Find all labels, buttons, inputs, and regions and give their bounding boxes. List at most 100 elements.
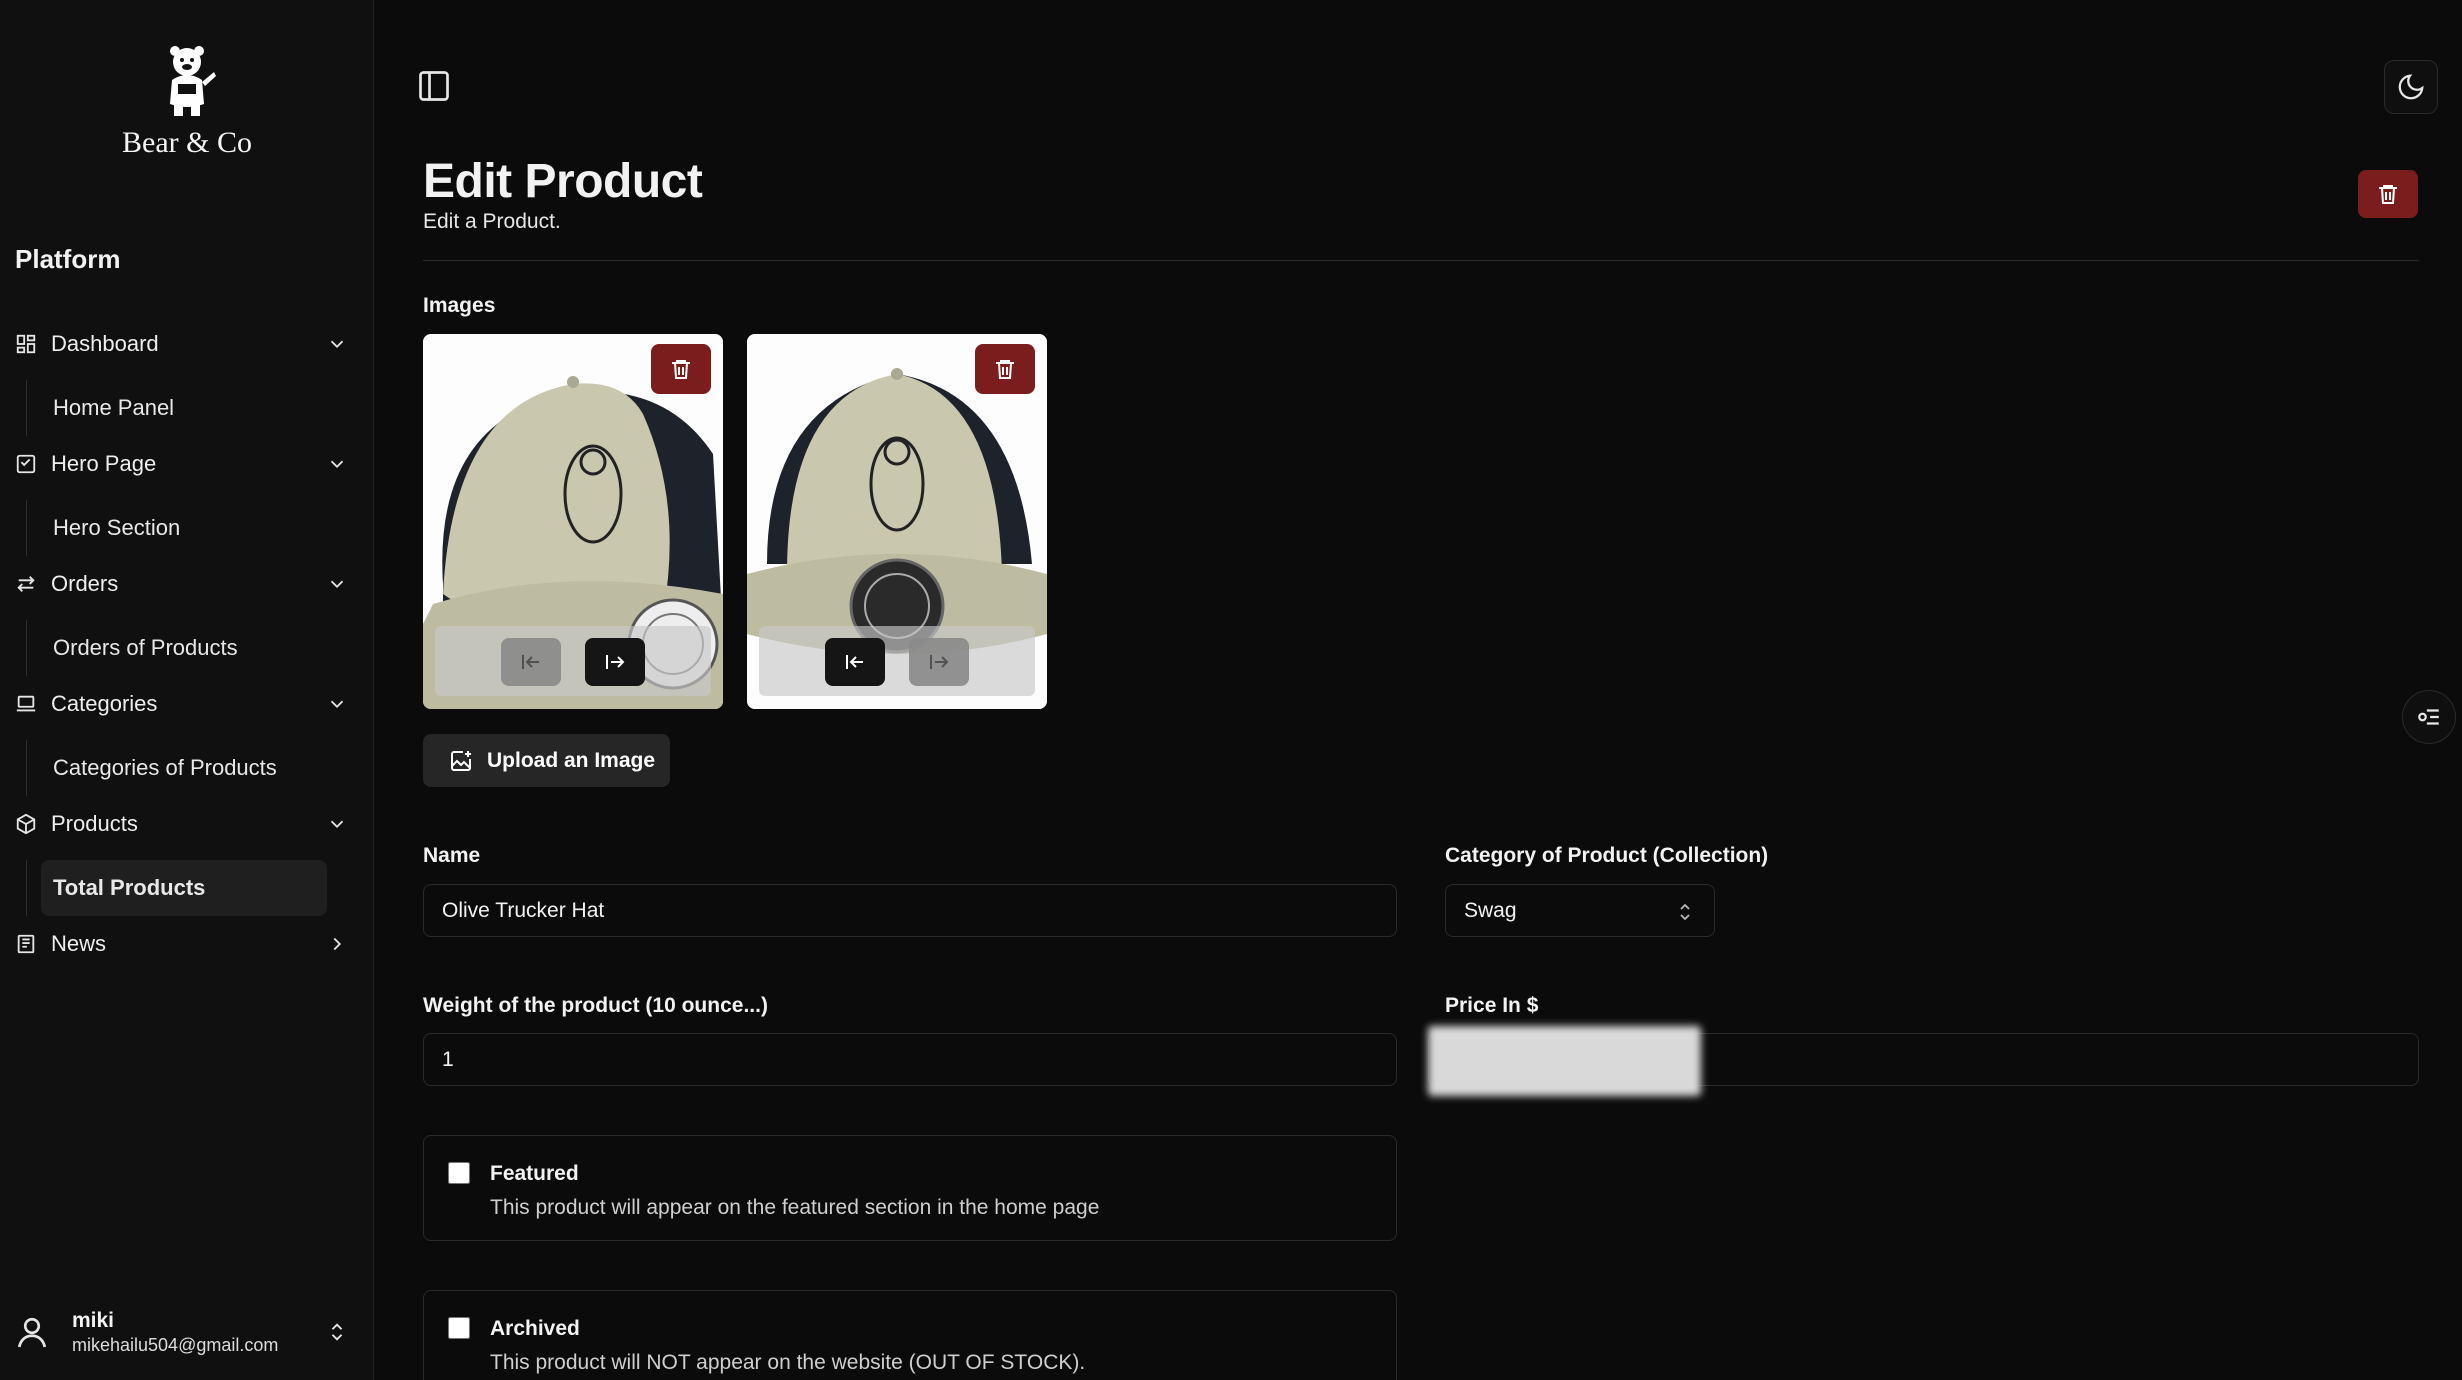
image-order-controls: [435, 626, 711, 696]
chevron-down-icon: [330, 340, 344, 349]
sidebar-item-hero-page[interactable]: Hero Page: [0, 440, 374, 488]
sidebar-item-label: Products: [51, 811, 138, 836]
user-info: miki mikehailu504@gmail.com: [72, 1309, 278, 1356]
images-label: Images: [423, 294, 496, 317]
redacted-area: [1428, 1026, 1701, 1096]
nav-sub-dashboard: Home Panel: [26, 380, 326, 436]
laptop-icon: [16, 695, 36, 712]
name-label: Name: [423, 844, 481, 867]
filter-list-icon: [2418, 709, 2439, 725]
move-image-right-button[interactable]: [909, 638, 969, 686]
sidebar-item-label: News: [51, 931, 107, 956]
floating-options-button[interactable]: [2402, 690, 2456, 744]
page-title: Edit Product: [423, 155, 703, 208]
chevron-up-down-icon: [331, 1323, 343, 1341]
nav-group-orders: Orders Orders of Products: [0, 560, 374, 680]
upload-image-label: Upload an Image: [487, 748, 656, 772]
product-image-card: [747, 334, 1047, 709]
panel-left-icon: [419, 71, 449, 101]
image-order-controls: [759, 626, 1035, 696]
trash-icon: [2379, 185, 2397, 204]
box-icon: [16, 813, 36, 835]
delete-image-button[interactable]: [651, 344, 711, 394]
price-label: Price In $: [1445, 994, 1539, 1017]
arrow-left-to-line-icon: [522, 655, 539, 669]
header-divider: [423, 260, 2419, 261]
sidebar-item-products[interactable]: Products: [0, 800, 374, 848]
move-image-left-button[interactable]: [501, 638, 561, 686]
category-label: Category of Product (Collection): [1445, 844, 1769, 867]
sidebar-nav: Dashboard Home Panel Hero Page Hero Sect…: [0, 320, 374, 1040]
platform-section-label: Platform: [15, 244, 121, 274]
nav-sub-products: Total Products: [26, 860, 327, 916]
sidebar-subitem-orders-of-products[interactable]: Orders of Products: [41, 620, 327, 676]
nav-group-news: News: [0, 920, 374, 1040]
page-subtitle: Edit a Product.: [423, 210, 561, 233]
nav-group-hero: Hero Page Hero Section: [0, 440, 374, 560]
sidebar-item-news[interactable]: News: [0, 920, 374, 968]
archived-description: This product will NOT appear on the webs…: [490, 1351, 1086, 1374]
arrows-icon: [17, 576, 35, 592]
user-name: miki: [72, 1308, 115, 1332]
chevron-down-icon: [330, 580, 344, 589]
newspaper-icon: [17, 934, 35, 954]
sidebar-subitem-total-products[interactable]: Total Products: [41, 860, 327, 916]
arrow-right-to-line-icon: [930, 655, 949, 669]
sidebar-item-orders[interactable]: Orders: [0, 560, 374, 608]
trash-icon: [996, 360, 1014, 379]
chevron-up-down-icon: [1680, 903, 1690, 921]
move-image-left-button[interactable]: [825, 638, 885, 686]
dashboard-icon: [16, 334, 36, 354]
nav-group-categories: Categories Categories of Products: [0, 680, 374, 800]
sidebar-item-label: Dashboard: [51, 331, 159, 356]
sidebar-item-dashboard[interactable]: Dashboard: [0, 320, 374, 368]
weight-label: Weight of the product (10 ounce...): [423, 994, 768, 1017]
user-email: mikehailu504@gmail.com: [72, 1334, 279, 1355]
trash-icon: [672, 360, 690, 379]
sidebar-item-label: Hero Page: [51, 451, 157, 476]
chevron-right-icon: [333, 937, 342, 951]
bear-logo-icon: [170, 46, 216, 116]
arrow-left-to-line-icon: [846, 655, 863, 669]
nav-sub-hero: Hero Section: [26, 500, 326, 556]
image-plus-icon: [451, 750, 471, 771]
category-selected-value: Swag: [1464, 898, 1517, 922]
upload-image-button[interactable]: Upload an Image: [423, 734, 670, 787]
sidebar-subitem-categories-of-products[interactable]: Categories of Products: [41, 740, 327, 796]
sidebar: Bear & Co Platform Dashboard Home Panel: [0, 0, 374, 1380]
sidebar-item-label: Orders: [51, 571, 119, 596]
sidebar-subitem-hero-section[interactable]: Hero Section: [41, 500, 327, 556]
name-input[interactable]: [423, 884, 1397, 937]
archived-checkbox[interactable]: [448, 1317, 470, 1339]
featured-title: Featured: [490, 1162, 579, 1185]
user-icon: [17, 1317, 47, 1348]
archived-option: Archived This product will NOT appear on…: [423, 1290, 1397, 1380]
nav-group-products: Products Total Products: [0, 800, 374, 920]
featured-description: This product will appear on the featured…: [490, 1196, 1100, 1219]
featured-option: Featured This product will appear on the…: [423, 1135, 1397, 1241]
archived-title: Archived: [490, 1317, 580, 1340]
theme-toggle-button[interactable]: [2384, 60, 2438, 114]
chevron-down-icon: [330, 700, 344, 709]
delete-product-button[interactable]: [2358, 170, 2418, 218]
delete-image-button[interactable]: [975, 344, 1035, 394]
weight-input[interactable]: [423, 1033, 1397, 1086]
user-menu[interactable]: miki mikehailu504@gmail.com: [0, 1300, 374, 1364]
move-image-right-button[interactable]: [585, 638, 645, 686]
nav-sub-categories: Categories of Products: [26, 740, 326, 796]
nav-group-dashboard: Dashboard Home Panel: [0, 320, 374, 440]
brand: Bear & Co: [0, 40, 374, 160]
featured-checkbox[interactable]: [448, 1162, 470, 1184]
chevron-down-icon: [330, 460, 344, 469]
hero-icon: [16, 454, 36, 474]
arrow-right-to-line-icon: [606, 655, 625, 669]
sidebar-item-categories[interactable]: Categories: [0, 680, 374, 728]
sidebar-toggle-button[interactable]: [416, 68, 452, 104]
brand-name: Bear & Co: [122, 126, 252, 159]
sidebar-item-label: Categories: [51, 691, 158, 716]
product-image-card: [423, 334, 723, 709]
moon-icon: [2398, 74, 2424, 100]
nav-sub-orders: Orders of Products: [26, 620, 326, 676]
category-select[interactable]: Swag: [1445, 884, 1715, 937]
sidebar-subitem-home-panel[interactable]: Home Panel: [41, 380, 327, 436]
